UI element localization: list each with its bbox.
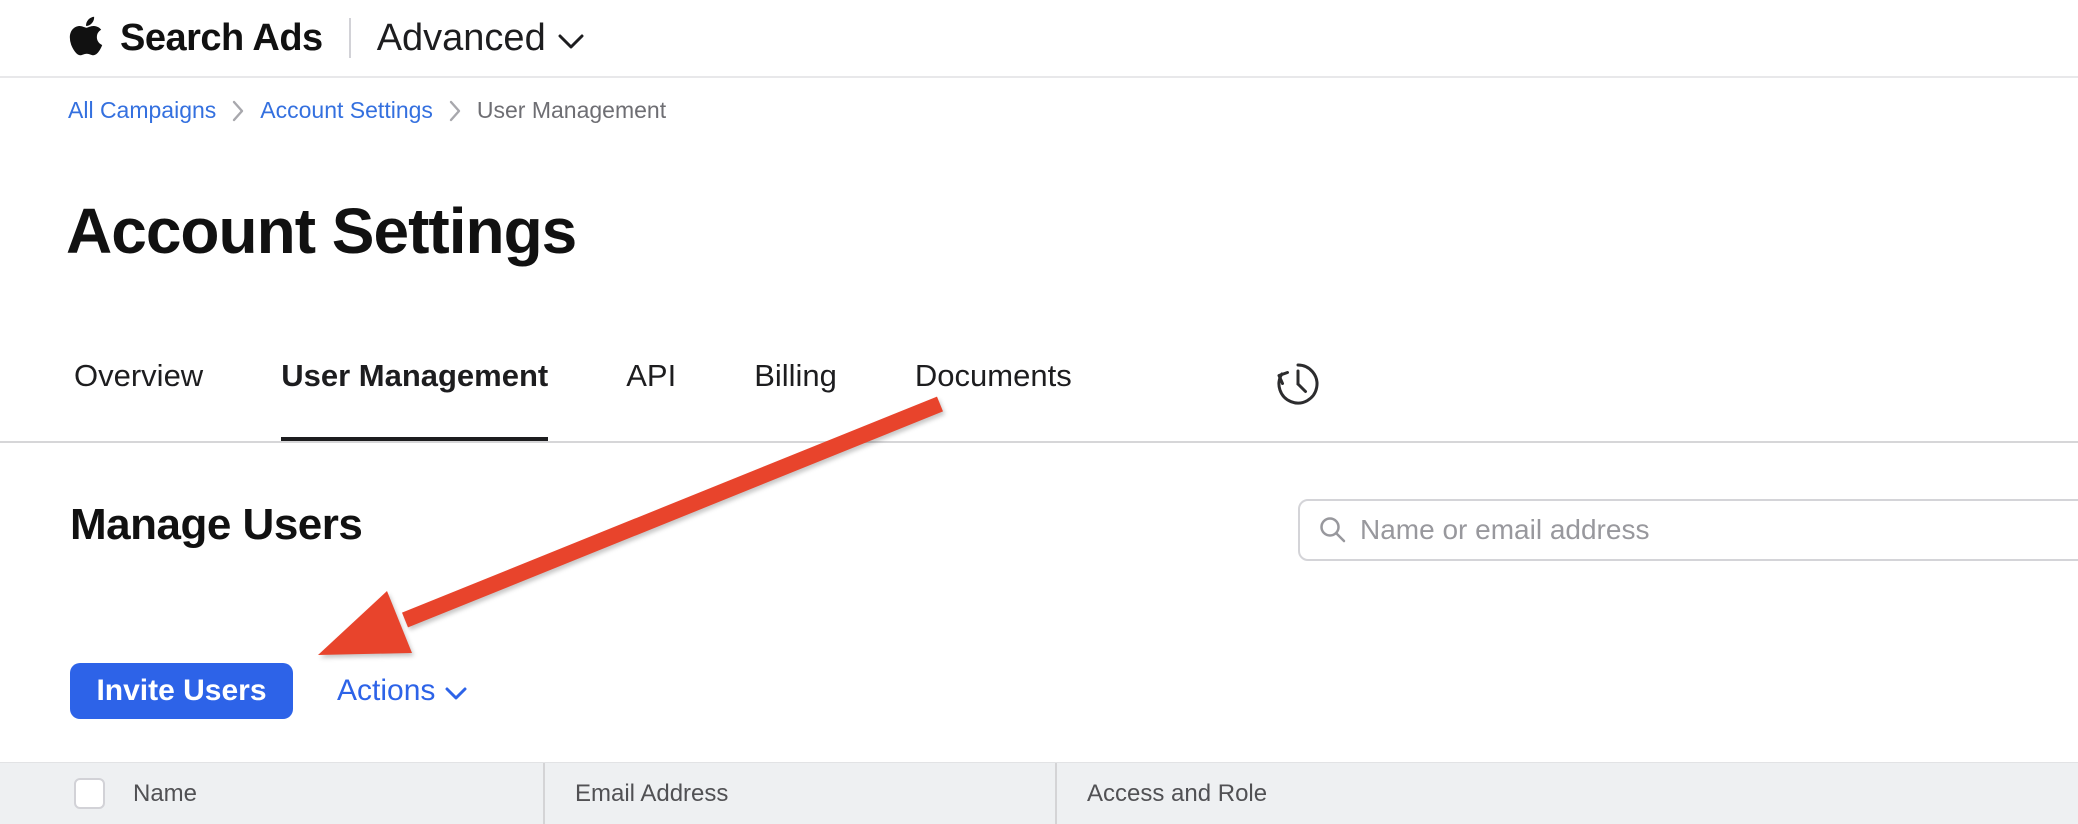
advanced-product-menu[interactable]: Advanced: [377, 17, 584, 60]
search-input[interactable]: [1360, 514, 2078, 546]
account-settings-page: Search Ads Advanced All Campaigns Accoun…: [0, 0, 2078, 824]
manage-users-heading: Manage Users: [70, 500, 362, 550]
advanced-menu-label: Advanced: [377, 17, 546, 60]
breadcrumb-separator-icon: [449, 100, 461, 122]
header-divider: [349, 18, 351, 58]
breadcrumb-separator-icon: [232, 100, 244, 122]
page-title: Account Settings: [66, 194, 576, 268]
chevron-down-icon: [445, 687, 467, 701]
tab-api[interactable]: API: [626, 358, 676, 442]
breadcrumb-item-user-management: User Management: [477, 97, 666, 124]
chevron-down-icon: [558, 34, 584, 50]
search-icon: [1318, 515, 1348, 545]
actions-menu-label: Actions: [337, 674, 435, 708]
history-icon[interactable]: [1272, 358, 1324, 410]
app-header: Search Ads Advanced: [0, 0, 2078, 78]
tab-user-management[interactable]: User Management: [281, 358, 548, 442]
apple-logo-icon: [68, 14, 104, 58]
actions-menu[interactable]: Actions: [337, 663, 467, 719]
invite-users-button[interactable]: Invite Users: [70, 663, 293, 719]
select-all-checkbox[interactable]: [74, 778, 105, 809]
breadcrumb-item-account-settings[interactable]: Account Settings: [260, 97, 433, 124]
column-header-access-and-role: Access and Role: [1087, 763, 1267, 824]
brand-name: Search Ads: [120, 17, 323, 60]
tabs-divider: [0, 441, 2078, 443]
breadcrumb: All Campaigns Account Settings User Mana…: [68, 97, 666, 124]
tab-documents[interactable]: Documents: [915, 358, 1072, 442]
tab-bar: Overview User Management API Billing Doc…: [74, 358, 1072, 442]
users-table-header: Name Email Address Access and Role: [0, 762, 2078, 824]
tab-overview[interactable]: Overview: [74, 358, 203, 442]
column-divider: [543, 763, 545, 824]
breadcrumb-item-all-campaigns[interactable]: All Campaigns: [68, 97, 216, 124]
tab-billing[interactable]: Billing: [754, 358, 837, 442]
column-header-name: Name: [133, 763, 197, 824]
column-divider: [1055, 763, 1057, 824]
column-header-email-address: Email Address: [575, 763, 728, 824]
user-search-field: [1298, 499, 2078, 561]
